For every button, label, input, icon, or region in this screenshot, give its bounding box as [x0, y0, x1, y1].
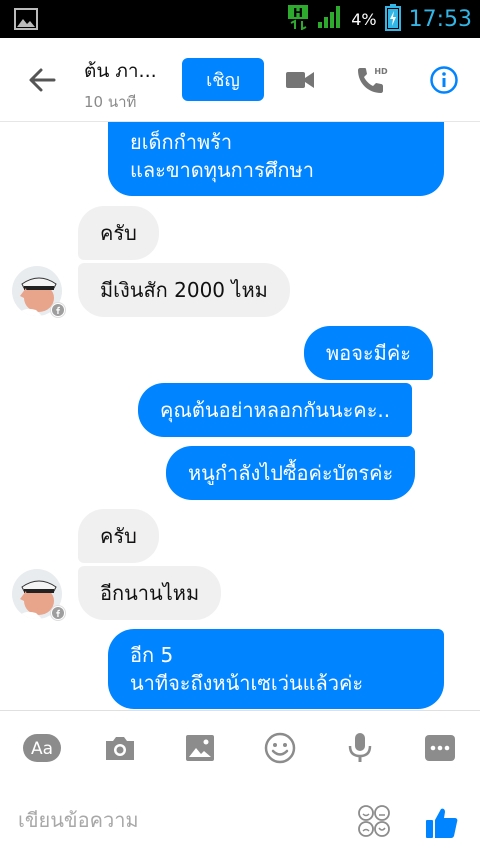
message-incoming[interactable]: ครับ	[78, 509, 159, 563]
like-thumb-icon[interactable]	[424, 805, 464, 845]
message-composer: Aa เขียนข้อความ	[0, 710, 480, 854]
message-incoming[interactable]: อีกนานไหม	[78, 566, 222, 620]
message-text: อีกนานไหม	[100, 581, 200, 605]
message-outgoing[interactable]: คุณต้นอย่าหลอกกันนะคะ..	[138, 383, 413, 437]
message-text: ครับ	[100, 524, 137, 548]
message-text: คุณต้นอย่าหลอกกันนะคะ..	[160, 398, 391, 422]
message-text: ครับ	[100, 221, 137, 245]
battery-percent: 4%	[351, 9, 377, 29]
message-outgoing[interactable]: พอจะมีค่ะ	[304, 326, 433, 380]
message-outgoing[interactable]: หนูกำลังไปซื้อค่ะบัตรค่ะ	[166, 446, 416, 500]
more-icon[interactable]	[418, 729, 462, 767]
message-list[interactable]: ยเด็กกำพร้า และขาดทุนการศึกษา ครับ มีเงิ…	[0, 122, 480, 710]
sticker-icon[interactable]	[258, 729, 302, 767]
invite-button[interactable]: เชิญ	[182, 58, 264, 101]
contact-active-time: 10 นาที	[84, 93, 137, 111]
contact-info[interactable]: ต้น ภา... 10 นาที	[84, 56, 174, 114]
message-text: พอจะมีค่ะ	[326, 341, 411, 365]
battery-charging-icon	[384, 3, 401, 35]
svg-text:H: H	[293, 6, 303, 20]
clock: 17:53	[408, 6, 472, 32]
message-text: อีก 5 นาทีจะถึงหน้าเซเว่นแล้วค่ะ	[130, 643, 364, 695]
conversation-header: ต้น ภา... 10 นาที เชิญ HD	[0, 38, 480, 122]
message-input[interactable]: เขียนข้อความ	[18, 803, 338, 837]
message-outgoing[interactable]: ยเด็กกำพร้า และขาดทุนการศึกษา	[108, 122, 444, 196]
emoji-icon[interactable]	[356, 803, 392, 839]
gallery-icon[interactable]	[178, 729, 222, 767]
message-text: มีเงินสัก 2000 ไหม	[100, 278, 268, 302]
message-text: ยเด็กกำพร้า และขาดทุนการศึกษา	[130, 130, 314, 182]
text-format-icon[interactable]: Aa	[20, 729, 64, 767]
hd-label: HD	[374, 67, 388, 76]
contact-name: ต้น ภา...	[84, 60, 157, 82]
phone-hd-icon[interactable]: HD	[352, 62, 392, 98]
message-incoming[interactable]: มีเงินสัก 2000 ไหม	[78, 263, 290, 317]
camera-icon[interactable]	[98, 729, 142, 767]
info-icon[interactable]	[424, 62, 464, 98]
video-call-icon[interactable]	[280, 62, 320, 98]
facebook-badge-icon	[50, 605, 66, 621]
aa-label: Aa	[31, 739, 53, 759]
gallery-notification-icon	[14, 8, 38, 34]
facebook-badge-icon	[50, 302, 66, 318]
microphone-icon[interactable]	[338, 729, 382, 767]
message-incoming[interactable]: ครับ	[78, 206, 159, 260]
back-arrow-icon[interactable]	[20, 60, 64, 100]
status-bar: H 4% 17:53	[0, 0, 480, 38]
data-signal-icon: H	[287, 4, 309, 34]
cell-signal-icon	[317, 5, 343, 33]
message-outgoing[interactable]: อีก 5 นาทีจะถึงหน้าเซเว่นแล้วค่ะ	[108, 629, 444, 709]
message-text: หนูกำลังไปซื้อค่ะบัตรค่ะ	[188, 461, 394, 485]
